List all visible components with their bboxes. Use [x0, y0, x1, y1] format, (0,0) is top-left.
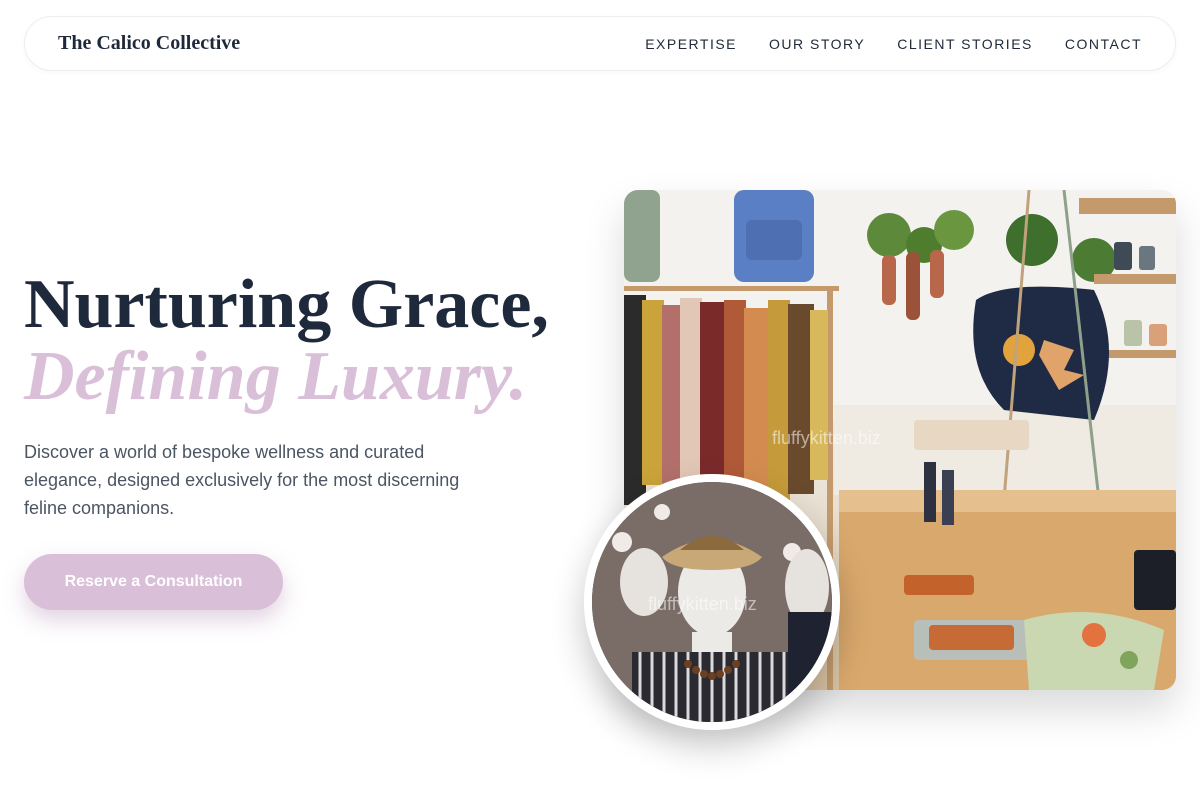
nav-item-contact[interactable]: CONTACT [1065, 36, 1142, 52]
image-watermark: fluffykitten.biz [772, 428, 881, 448]
nav-item-client-stories[interactable]: CLIENT STORIES [897, 36, 1033, 52]
reserve-consultation-button[interactable]: Reserve a Consultation [24, 554, 283, 610]
top-navigation: The Calico Collective EXPERTISE OUR STOR… [24, 16, 1176, 71]
hero-description: Discover a world of bespoke wellness and… [24, 442, 460, 518]
brand-logo[interactable]: The Calico Collective [58, 32, 240, 55]
nav-item-expertise[interactable]: EXPERTISE [645, 36, 737, 52]
nav-menu: EXPERTISE OUR STORY CLIENT STORIES CONTA… [645, 36, 1142, 52]
hero-title-line1: Nurturing Grace, [24, 266, 549, 343]
hero-title-line2: Defining Luxury. [24, 338, 528, 415]
nav-item-our-story[interactable]: OUR STORY [769, 36, 865, 52]
inset-watermark: fluffykitten.biz [648, 594, 757, 614]
mannequin-inset-image: fluffykitten.biz [584, 474, 840, 730]
